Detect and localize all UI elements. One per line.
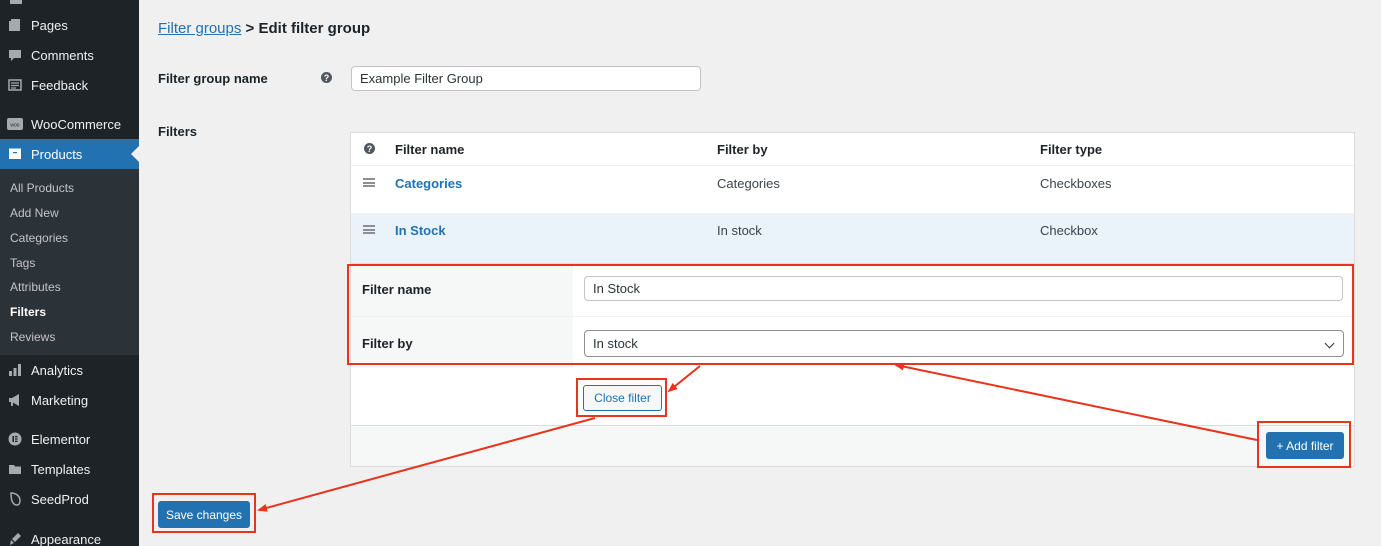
divider [351,316,1354,317]
edit-filter-by-label: Filter by [362,336,413,351]
filter-by-cell: In stock [717,223,762,238]
chevron-down-icon [1324,338,1335,349]
table-row[interactable]: In Stock In stock Checkbox [351,213,1354,263]
menu-item-appearance[interactable]: Appearance [0,524,139,546]
save-changes-button[interactable]: Save changes [158,501,250,528]
menu-label: Marketing [31,392,89,408]
elementor-icon [0,432,30,446]
filter-edit-panel: Filter name In Stock Filter by In stock [351,263,1354,368]
admin-sidebar: Pages Comments Feedback woo WooCommerce … [0,0,139,546]
marketing-icon [0,393,30,407]
submenu-filters[interactable]: Filters [10,305,46,319]
filter-by-cell: Categories [717,176,780,191]
menu-item-analytics[interactable]: Analytics [0,355,139,385]
templates-icon [0,462,30,476]
breadcrumb-current: Edit filter group [258,20,371,37]
filter-name-input[interactable]: In Stock [584,276,1343,301]
close-filter-button[interactable]: Close filter [583,385,662,411]
products-icon [0,147,30,161]
submenu-categories[interactable]: Categories [10,231,68,245]
drag-handle-icon[interactable] [363,178,375,187]
submenu-attributes[interactable]: Attributes [10,280,61,294]
column-header-filter-by: Filter by [717,142,768,157]
add-filter-button[interactable]: + Add filter [1266,432,1344,459]
menu-item-comments[interactable]: Comments [0,40,139,70]
drag-handle-icon[interactable] [363,225,375,234]
menu-item-pages[interactable]: Pages [0,10,139,40]
submenu-tags[interactable]: Tags [10,256,35,270]
filter-by-selected-value: In stock [593,336,638,351]
filter-name-link[interactable]: In Stock [395,223,446,238]
menu-item-elementor[interactable]: Elementor [0,424,139,454]
filter-group-name-label: Filter group name [158,71,268,86]
menu-label: Analytics [31,362,84,378]
filters-table: ? Filter name Filter by Filter type Cate… [350,132,1355,467]
seedprod-icon [0,492,30,506]
help-icon[interactable]: ? [364,143,375,154]
table-row[interactable]: Categories Categories Checkboxes [351,165,1354,213]
dashboard-icon-partial [10,0,22,4]
menu-label: Appearance [31,531,102,546]
products-submenu: All Products Add New Categories Tags Att… [0,169,139,355]
breadcrumb-filter-groups-link[interactable]: Filter groups [158,20,241,37]
breadcrumb-separator: > [245,20,255,37]
filter-type-cell: Checkboxes [1040,176,1112,191]
comments-icon [0,48,30,62]
menu-label: SeedProd [31,491,89,507]
filter-type-cell: Checkbox [1040,223,1098,238]
menu-item-marketing[interactable]: Marketing [0,385,139,415]
menu-item-products[interactable]: Products [0,139,139,169]
woocommerce-icon: woo [0,118,30,130]
filter-by-select[interactable]: In stock [584,330,1344,357]
menu-label: WooCommerce [31,116,122,132]
breadcrumb: Filter groups > Edit filter group [158,20,370,37]
menu-label: Products [31,146,83,162]
column-header-filter-type: Filter type [1040,142,1103,157]
submenu-all-products[interactable]: All Products [10,181,74,195]
edit-filter-name-label: Filter name [362,282,432,297]
help-icon[interactable]: ? [321,72,332,83]
menu-item-feedback[interactable]: Feedback [0,70,139,100]
menu-label: Comments [31,47,94,63]
menu-label: Elementor [31,431,91,447]
menu-item-woocommerce[interactable]: woo WooCommerce [0,109,139,139]
filter-group-name-input[interactable]: Example Filter Group [351,66,701,91]
pages-icon [0,18,30,32]
menu-label: Templates [31,461,91,477]
menu-label: Pages [31,17,68,33]
filter-name-link[interactable]: Categories [395,176,462,191]
filters-footer: + Add filter [351,425,1354,466]
appearance-icon [0,532,30,546]
submenu-reviews[interactable]: Reviews [10,330,55,344]
submenu-add-new[interactable]: Add New [10,206,59,220]
menu-item-templates[interactable]: Templates [0,454,139,484]
analytics-icon [0,363,30,377]
column-header-filter-name: Filter name [395,142,465,157]
feedback-icon [0,78,30,92]
filters-label: Filters [158,124,198,139]
menu-item-seedprod[interactable]: SeedProd [0,484,139,514]
menu-label: Feedback [31,77,89,93]
svg-text:woo: woo [10,123,19,129]
active-menu-pointer [131,146,139,162]
